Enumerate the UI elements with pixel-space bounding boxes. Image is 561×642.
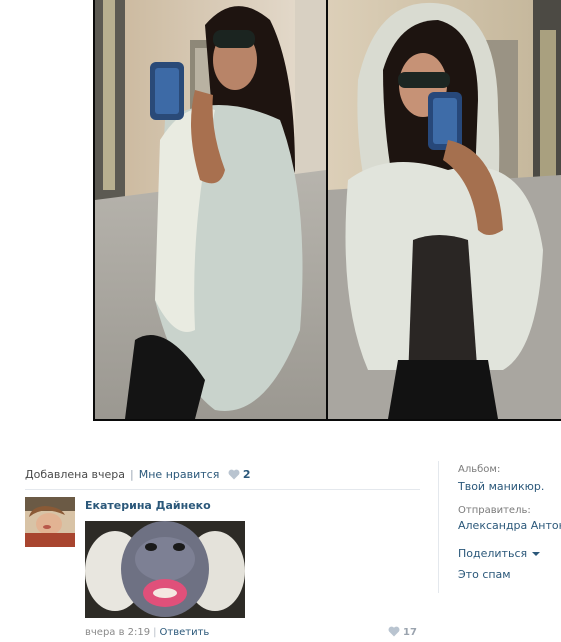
divider	[25, 489, 420, 490]
sender-link[interactable]: Александра Антонова	[458, 519, 561, 532]
photo-panel-left	[95, 0, 326, 419]
photo-panel-right	[328, 0, 561, 419]
added-label: Добавлена вчера	[25, 468, 126, 481]
comment-meta: вчера в 2:19 | Ответить	[85, 627, 209, 638]
column-divider	[438, 461, 439, 593]
separator: |	[130, 468, 134, 481]
comment-like[interactable]: 17	[383, 626, 417, 640]
share-label: Поделиться	[458, 547, 528, 560]
like-count[interactable]: 2	[243, 468, 251, 481]
chevron-down-icon	[532, 552, 541, 556]
album-link[interactable]: Твой маникюр.	[458, 480, 544, 493]
album-label: Альбом:	[458, 464, 501, 475]
like-button[interactable]: Мне нравится	[139, 468, 220, 481]
post-photo[interactable]	[93, 0, 561, 421]
comment-time[interactable]: вчера в 2:19	[85, 627, 150, 638]
avatar[interactable]	[25, 497, 75, 547]
reply-link[interactable]: Ответить	[160, 627, 210, 638]
separator: |	[153, 627, 157, 638]
heart-icon[interactable]	[228, 469, 240, 483]
comment-author[interactable]: Екатерина Дайнеко	[85, 499, 211, 512]
sender-label: Отправитель:	[458, 505, 531, 516]
comment-like-count: 17	[403, 627, 417, 638]
comment-image[interactable]	[85, 521, 245, 618]
heart-icon[interactable]	[388, 626, 400, 640]
post-meta-bar: Добавлена вчера | Мне нравится 2	[25, 468, 420, 483]
share-button[interactable]: Поделиться	[458, 547, 541, 560]
spam-link[interactable]: Это спам	[458, 568, 511, 581]
